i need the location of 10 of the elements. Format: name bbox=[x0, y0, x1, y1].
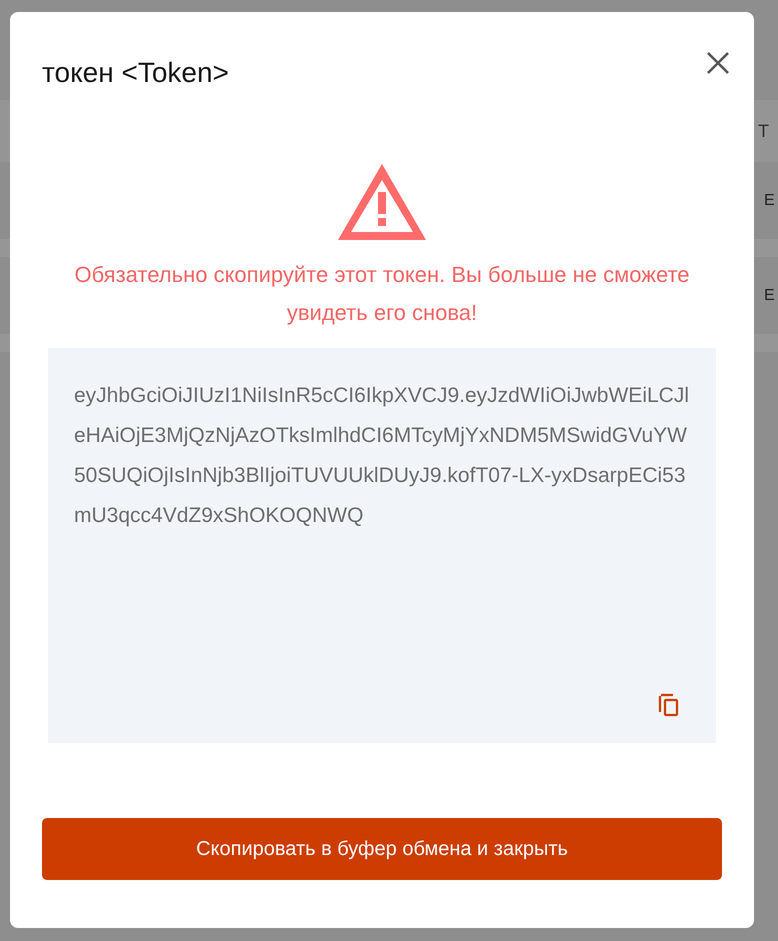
warning-message: Обязательно скопируйте этот токен. Вы больше не сможете увидеть его снова! bbox=[73, 261, 691, 327]
row-text: E bbox=[764, 286, 776, 306]
dialog-title: токен <Token> bbox=[42, 56, 229, 90]
copy-and-close-button[interactable]: Скопировать в буфер обмена и закрыть bbox=[42, 818, 722, 880]
close-icon bbox=[706, 51, 730, 75]
copy-icon[interactable] bbox=[658, 693, 680, 717]
token-text: eyJhbGciOiJIUzI1NiIsInR5cCI6IkpXVCJ9.eyJzdWIiOiJwbWEiLCJleHAiOjE3MjQzNjAzOTksImlhdCI6MTcyMjYxNDM5MSwidGVuYW50SUQiOjIsInNjb3BlIjoiTUVUUklDUyJ9.kofT07-LX-yxDsarpECi53mU3qcc4VdZ9xShOKOQNWQ bbox=[74, 383, 690, 529]
warning-icon bbox=[336, 162, 428, 242]
header-text: T bbox=[758, 120, 770, 142]
row-text: E bbox=[764, 190, 776, 210]
